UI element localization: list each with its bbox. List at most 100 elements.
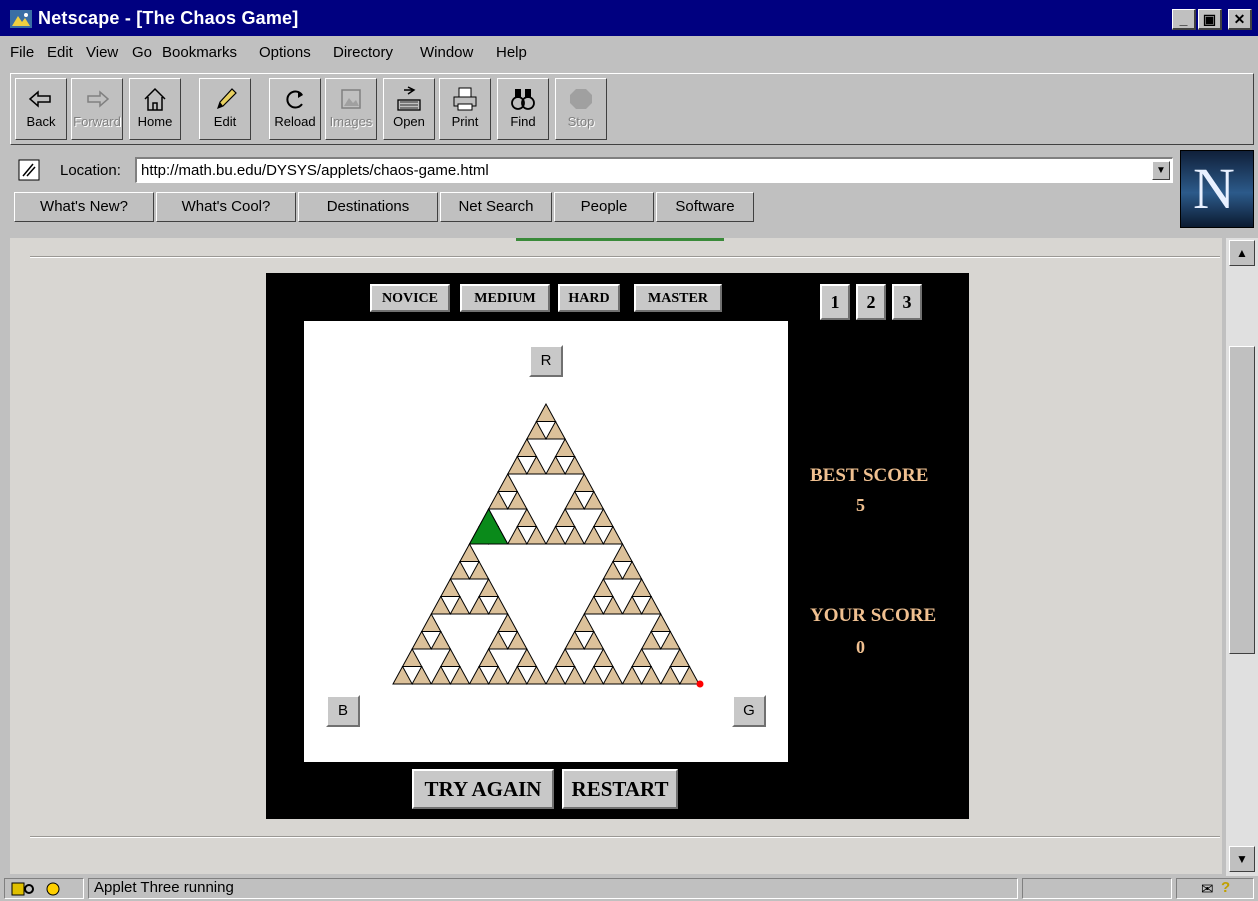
pencil-icon — [217, 88, 237, 110]
minimize-button[interactable]: _ — [1172, 9, 1196, 30]
menu-bar: File Edit View Go Bookmarks Options Dire… — [0, 40, 1258, 66]
location-bar: Location: http://math.bu.edu/DYSYS/apple… — [10, 150, 1176, 190]
location-input[interactable]: http://math.bu.edu/DYSYS/applets/chaos-g… — [135, 157, 1173, 183]
mail-icon: ✉ — [1201, 881, 1214, 898]
back-arrow-icon — [28, 90, 51, 108]
your-score-label: YOUR SCORE — [810, 605, 937, 626]
vertex-b-button[interactable]: B — [326, 695, 360, 727]
chevron-down-icon: ▼ — [1156, 165, 1166, 176]
find-label: Find — [510, 114, 536, 129]
home-icon — [144, 87, 166, 111]
forward-button[interactable]: Forward — [71, 78, 123, 140]
netscape-app-icon — [10, 10, 32, 28]
maximize-button[interactable]: ▣ — [1198, 9, 1222, 30]
vertical-scrollbar[interactable]: ▲ ▼ — [1226, 238, 1258, 876]
menu-view[interactable]: View — [86, 44, 118, 61]
game-canvas[interactable]: R B G — [304, 321, 788, 762]
menu-edit[interactable]: Edit — [47, 44, 73, 61]
vertex-g-button[interactable]: G — [732, 695, 766, 727]
reload-button[interactable]: Reload — [269, 78, 321, 140]
menu-go[interactable]: Go — [132, 44, 152, 61]
your-score-value: 0 — [856, 637, 865, 657]
toolbar: Back Forward Home Edit Reload Images Ope… — [10, 73, 1254, 145]
forward-label: Forward — [73, 114, 121, 129]
hard-button[interactable]: HARD — [558, 284, 620, 312]
game-3-button[interactable]: 3 — [892, 284, 922, 320]
master-button[interactable]: MASTER — [634, 284, 722, 312]
stop-button[interactable]: Stop — [555, 78, 607, 140]
images-button[interactable]: Images — [325, 78, 377, 140]
reload-label: Reload — [274, 114, 316, 129]
find-button[interactable]: Find — [497, 78, 549, 140]
close-button[interactable]: ✕ — [1228, 9, 1252, 30]
open-label: Open — [393, 114, 425, 129]
security-indicator — [4, 878, 84, 899]
green-rule — [516, 238, 724, 241]
menu-help[interactable]: Help — [496, 44, 527, 61]
best-score-label: BEST SCORE — [810, 465, 929, 486]
chaos-game-applet[interactable]: NOVICE MEDIUM HARD MASTER 1 2 3 R B G BE… — [266, 273, 969, 819]
printer-icon — [453, 87, 477, 111]
vertex-r-button[interactable]: R — [529, 345, 563, 377]
window-title: Netscape - [The Chaos Game] — [38, 8, 299, 28]
menu-file[interactable]: File — [10, 44, 34, 61]
edit-label: Edit — [213, 114, 237, 129]
menu-bookmarks[interactable]: Bookmarks — [162, 44, 237, 61]
best-score-value: 5 — [856, 495, 865, 515]
menu-window[interactable]: Window — [420, 44, 473, 61]
whats-new-button[interactable]: What's New? — [14, 192, 154, 222]
progress-icon — [46, 882, 60, 896]
images-label: Images — [329, 114, 373, 129]
reload-icon — [286, 90, 303, 109]
netscape-n-icon: N — [1193, 156, 1235, 221]
medium-button[interactable]: MEDIUM — [460, 284, 550, 312]
whats-cool-button[interactable]: What's Cool? — [156, 192, 296, 222]
forward-arrow-icon — [87, 90, 110, 108]
menu-directory[interactable]: Directory — [333, 44, 393, 61]
try-again-button[interactable]: TRY AGAIN — [412, 769, 554, 809]
print-button[interactable]: Print — [439, 78, 491, 140]
location-label: Location: — [60, 162, 121, 179]
arrow-up-icon: ▲ — [1236, 246, 1248, 260]
page-content: NOVICE MEDIUM HARD MASTER 1 2 3 R B G BE… — [10, 238, 1222, 874]
edit-button[interactable]: Edit — [199, 78, 251, 140]
stop-icon — [570, 89, 592, 109]
top-divider — [30, 256, 1220, 258]
status-message: Applet Three running — [94, 879, 234, 896]
mail-area[interactable]: ✉ ? — [1176, 878, 1254, 899]
sierpinski-triangle[interactable] — [304, 321, 788, 762]
netscape-logo[interactable]: N — [1180, 150, 1254, 228]
bookmark-icon[interactable] — [18, 159, 40, 181]
people-button[interactable]: People — [554, 192, 654, 222]
back-button[interactable]: Back — [15, 78, 67, 140]
arrow-down-icon: ▼ — [1236, 852, 1248, 866]
home-label: Home — [137, 114, 173, 129]
open-button[interactable]: Open — [383, 78, 435, 140]
novice-button[interactable]: NOVICE — [370, 284, 450, 312]
game-2-button[interactable]: 2 — [856, 284, 886, 320]
game-1-button[interactable]: 1 — [820, 284, 850, 320]
stop-label: Stop — [567, 114, 595, 129]
bottom-divider — [30, 836, 1220, 838]
location-dropdown-button[interactable]: ▼ — [1152, 161, 1170, 180]
scroll-thumb[interactable] — [1229, 346, 1255, 654]
scroll-up-button[interactable]: ▲ — [1229, 240, 1255, 266]
help-icon: ? — [1221, 879, 1231, 896]
scroll-down-button[interactable]: ▼ — [1229, 846, 1255, 872]
net-search-button[interactable]: Net Search — [440, 192, 552, 222]
home-button[interactable]: Home — [129, 78, 181, 140]
binoculars-icon — [511, 89, 535, 110]
current-point — [696, 680, 704, 688]
target-triangle — [468, 507, 509, 545]
software-button[interactable]: Software — [656, 192, 754, 222]
destinations-button[interactable]: Destinations — [298, 192, 438, 222]
title-bar: Netscape - [The Chaos Game] _ ▣ ✕ — [0, 0, 1258, 36]
open-icon — [397, 86, 421, 111]
images-icon — [341, 89, 361, 109]
back-label: Back — [26, 114, 56, 129]
menu-options[interactable]: Options — [259, 44, 311, 61]
status-message-area: Applet Three running — [88, 878, 1018, 899]
print-label: Print — [451, 114, 479, 129]
restart-button[interactable]: RESTART — [562, 769, 678, 809]
status-bar: Applet Three running ✉ ? — [0, 876, 1258, 901]
